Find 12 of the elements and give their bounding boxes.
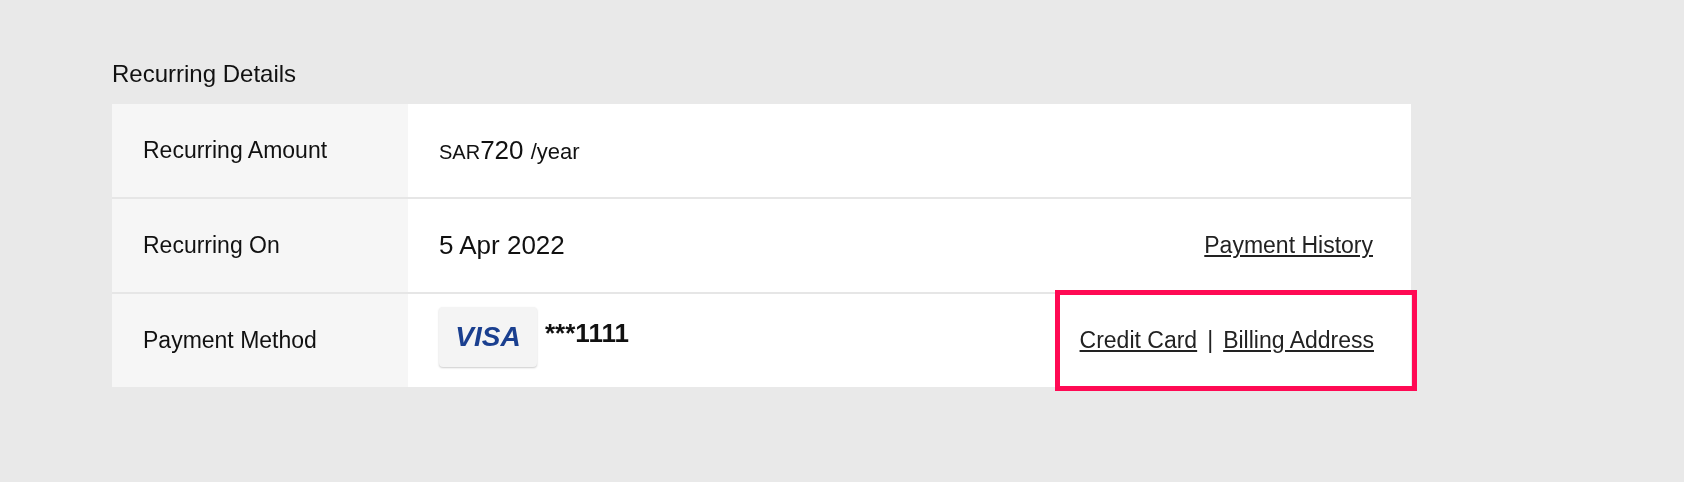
row-label: Recurring Amount xyxy=(112,104,408,197)
date-value: 5 Apr 2022 xyxy=(439,230,565,261)
card-logo: VISA xyxy=(439,306,537,367)
text-link[interactable]: Payment History xyxy=(1204,232,1373,259)
amount-value: SAR720 /year xyxy=(439,135,580,166)
text-link[interactable]: Credit Card xyxy=(1079,327,1198,354)
link-separator: | xyxy=(1207,327,1214,354)
section-title: Recurring Details xyxy=(112,60,298,88)
card-number: ***1111 xyxy=(545,318,629,349)
row-label: Recurring On xyxy=(112,199,408,292)
row-label: Payment Method xyxy=(112,294,408,387)
text-link[interactable]: Billing Address xyxy=(1223,327,1374,354)
